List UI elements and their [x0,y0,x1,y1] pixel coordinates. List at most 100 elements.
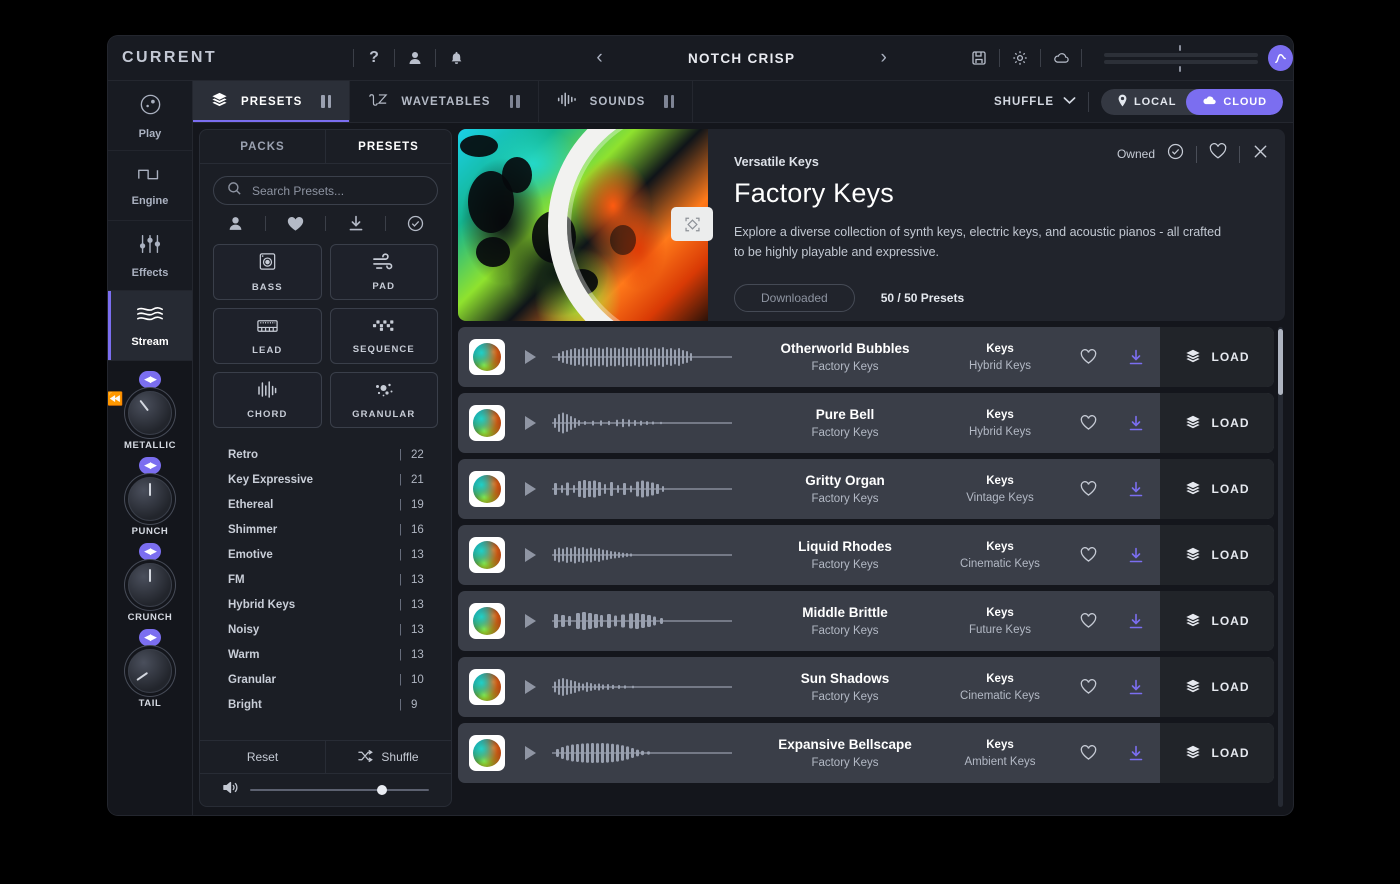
category-sequence[interactable]: SEQUENCE [329,308,438,364]
favorite-icon[interactable] [1064,613,1112,629]
tab-presets[interactable]: PRESETS [193,81,351,122]
user-filter-icon[interactable] [227,215,244,232]
save-icon[interactable] [970,49,988,67]
curve-button[interactable] [1268,45,1293,71]
scrollbar-thumb[interactable] [1278,329,1283,395]
download-icon[interactable] [1112,745,1160,762]
tag-item[interactable]: Key Expressive | 21 [200,467,451,492]
bell-icon[interactable] [447,49,465,67]
owned-filter-icon[interactable] [407,215,424,232]
pause-icon[interactable] [321,95,332,108]
table-row[interactable]: Pure Bell Factory Keys Keys Hybrid Keys [458,393,1274,453]
waveform-display[interactable] [552,740,732,766]
load-button[interactable]: LOAD [1160,657,1274,717]
load-button[interactable]: LOAD [1160,393,1274,453]
favorite-icon[interactable] [1064,745,1112,761]
category-chord[interactable]: CHORD [213,372,322,428]
shuffle-button[interactable]: Shuffle [325,741,451,773]
waveform-display[interactable] [552,674,732,700]
favorite-icon[interactable] [1064,415,1112,431]
table-row[interactable]: Middle Brittle Factory Keys Keys Future … [458,591,1274,651]
load-button[interactable]: LOAD [1160,459,1274,519]
play-icon[interactable] [525,482,536,496]
play-icon[interactable] [525,548,536,562]
gear-icon[interactable] [1011,49,1029,67]
knob-dial[interactable] [128,391,172,435]
download-icon[interactable] [1112,481,1160,498]
download-icon[interactable] [1112,613,1160,630]
download-icon[interactable] [1112,547,1160,564]
tab-sounds[interactable]: SOUNDS [539,81,694,122]
knob-dial[interactable] [127,563,172,607]
shuffle-select[interactable]: SHUFFLE [994,96,1076,108]
sidebar-item-stream[interactable]: Stream [108,291,192,361]
volume-slider[interactable] [250,785,429,795]
waveform-display[interactable] [552,476,732,502]
category-lead[interactable]: LEAD [213,308,322,364]
category-pad[interactable]: PAD [329,244,438,300]
reset-button[interactable]: Reset [200,741,325,773]
user-icon[interactable] [406,49,424,67]
load-button[interactable]: LOAD [1160,525,1274,585]
favorite-icon[interactable] [1064,547,1112,563]
download-icon[interactable] [1112,415,1160,432]
waveform-display[interactable] [552,542,732,568]
load-button[interactable]: LOAD [1160,723,1274,783]
table-row[interactable]: Expansive Bellscape Factory Keys Keys Am… [458,723,1274,783]
favorite-icon[interactable] [1064,481,1112,497]
table-row[interactable]: Liquid Rhodes Factory Keys Keys Cinemati… [458,525,1274,585]
favorite-icon[interactable] [1064,349,1112,365]
tab-packs[interactable]: PACKS [200,130,325,163]
download-icon[interactable] [1112,679,1160,696]
table-row[interactable]: Gritty Organ Factory Keys Keys Vintage K… [458,459,1274,519]
table-row[interactable]: Otherworld Bubbles Factory Keys Keys Hyb… [458,327,1274,387]
speaker-wave-icon[interactable] [222,780,239,800]
pause-icon[interactable] [509,95,520,108]
close-icon[interactable] [1252,143,1269,165]
tag-item[interactable]: Granular | 10 [200,667,451,692]
download-icon[interactable] [1112,349,1160,366]
tag-item[interactable]: Shimmer | 16 [200,517,451,542]
tab-presets-sub[interactable]: PRESETS [325,130,451,163]
waveform-display[interactable] [552,344,732,370]
check-circle-icon[interactable] [1167,143,1184,165]
local-toggle-button[interactable]: LOCAL [1101,88,1199,115]
modulation-arrows-icon[interactable]: ◀▶ [139,457,161,474]
table-row[interactable]: Sun Shadows Factory Keys Keys Cinematic … [458,657,1274,717]
heart-outline-icon[interactable] [1209,143,1227,165]
cloud-icon[interactable] [1052,49,1070,67]
load-button[interactable]: LOAD [1160,591,1274,651]
sidebar-item-effects[interactable]: Effects [108,221,192,291]
play-icon[interactable] [525,350,536,364]
play-icon[interactable] [525,416,536,430]
modulation-arrows-icon[interactable]: ◀▶ [139,629,161,646]
volume-slider-thumb[interactable] [377,785,388,795]
download-filter-icon[interactable] [348,215,364,232]
prev-preset-button[interactable]: ‹ [587,47,612,69]
tag-item[interactable]: Ethereal | 19 [200,492,451,517]
tag-item[interactable]: Bright | 9 [200,692,451,717]
tag-item[interactable]: Noisy | 13 [200,617,451,642]
favorites-filter-icon[interactable] [287,216,304,232]
tab-wavetables[interactable]: WAVETABLES [350,81,539,122]
tag-item[interactable]: Emotive | 13 [200,542,451,567]
pause-icon[interactable] [664,95,675,108]
downloaded-button[interactable]: Downloaded [734,284,855,312]
category-granular[interactable]: GRANULAR [329,372,438,428]
knob-dial[interactable] [128,477,172,521]
tag-item[interactable]: Warm | 13 [200,642,451,667]
help-icon[interactable]: ? [365,49,383,67]
modulation-arrows-icon[interactable]: ◀▶ [138,543,161,560]
tag-item[interactable]: Hybrid Keys | 13 [200,592,451,617]
search-box[interactable] [213,176,438,205]
sidebar-item-play[interactable]: Play [108,81,192,151]
load-button[interactable]: LOAD [1160,327,1274,387]
tag-item[interactable]: FM | 13 [200,567,451,592]
next-preset-button[interactable]: › [871,47,896,69]
waveform-display[interactable] [552,608,732,634]
modulation-arrows-icon[interactable]: ◀▶ [139,371,161,388]
scrollbar-track[interactable] [1278,327,1283,807]
knob-dial[interactable] [128,649,172,693]
cloud-toggle-button[interactable]: CLOUD [1186,88,1283,115]
play-icon[interactable] [525,614,536,628]
